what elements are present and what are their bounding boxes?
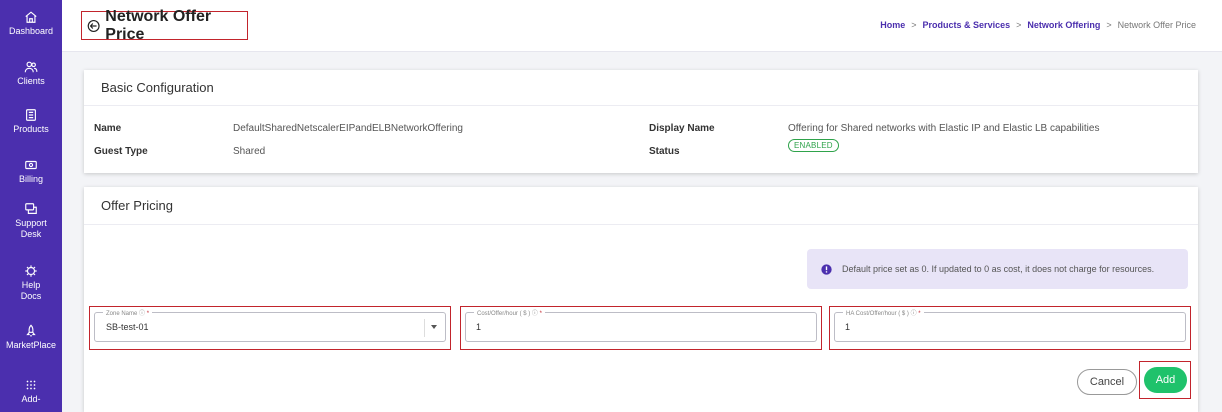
ha-cost-field[interactable]: HA Cost/Offer/hour ( $ ) ⓘ * <box>834 308 1186 342</box>
breadcrumb-home[interactable]: Home <box>880 20 905 30</box>
cost-label: Cost/Offer/hour ( $ ) ⓘ * <box>474 308 545 317</box>
info-banner: Default price set as 0. If updated to 0 … <box>807 249 1188 289</box>
basic-configuration-card: Basic Configuration Name DefaultSharedNe… <box>84 70 1198 173</box>
chevron-down-icon[interactable] <box>431 325 437 329</box>
sidebar-item-label: Add- <box>21 394 41 404</box>
products-icon <box>26 109 36 121</box>
info-icon <box>821 263 832 275</box>
breadcrumb-products-services[interactable]: Products & Services <box>923 20 1011 30</box>
zone-name-highlight: Zone Name ⓘ * SB-test-01 <box>89 306 451 350</box>
ha-cost-label: HA Cost/Offer/hour ( $ ) ⓘ * <box>843 308 924 317</box>
sidebar-item-dashboard[interactable]: Dashboard <box>0 10 62 37</box>
name-label: Name <box>94 123 122 134</box>
home-icon <box>25 11 37 23</box>
add-button[interactable]: Add <box>1144 367 1187 393</box>
display-name-label: Display Name <box>649 123 715 134</box>
breadcrumb-current: Network Offer Price <box>1117 20 1196 30</box>
status-badge-wrap: ENABLED <box>788 139 839 152</box>
add-button-highlight: Add <box>1139 361 1191 399</box>
sidebar-item-support-desk[interactable]: Support Desk <box>0 202 62 240</box>
help-circle-icon: ⓘ <box>139 311 146 317</box>
grid-icon <box>26 380 36 390</box>
users-icon <box>24 61 38 73</box>
chevron-right-icon: > <box>911 20 917 30</box>
sidebar-item-clients[interactable]: Clients <box>0 60 62 87</box>
zone-name-label: Zone Name ⓘ * <box>103 308 153 317</box>
billing-icon <box>25 160 37 170</box>
chevron-right-icon: > <box>1016 20 1022 30</box>
cost-field[interactable]: Cost/Offer/hour ( $ ) ⓘ * <box>465 308 817 342</box>
sidebar-item-help-docs[interactable]: Help Docs <box>0 264 62 302</box>
zone-name-select[interactable]: Zone Name ⓘ * SB-test-01 <box>94 308 446 342</box>
sidebar-item-label: Help Docs <box>20 280 42 301</box>
sidebar-item-label: Products <box>13 124 49 134</box>
status-badge: ENABLED <box>788 139 839 152</box>
sidebar-item-label: Clients <box>17 76 45 86</box>
sidebar-item-add-ons[interactable]: Add- <box>0 378 62 405</box>
display-name-value: Offering for Shared networks with Elasti… <box>788 123 1100 134</box>
basic-configuration-title: Basic Configuration <box>84 70 1198 106</box>
offer-pricing-card: Offer Pricing Default price set as 0. If… <box>84 187 1198 412</box>
cost-input[interactable] <box>476 318 756 336</box>
page-title-container: Network Offer Price <box>81 8 248 43</box>
help-icon <box>25 265 37 277</box>
sidebar-item-label: MarketPlace <box>5 340 57 350</box>
guest-type-value: Shared <box>233 146 266 157</box>
back-arrow-icon[interactable] <box>87 19 100 33</box>
sidebar-item-products[interactable]: Products <box>0 108 62 135</box>
breadcrumb: Home > Products & Services > Network Off… <box>880 20 1196 30</box>
name-value: DefaultSharedNetscalerEIPandELBNetworkOf… <box>233 123 463 134</box>
sidebar-item-marketplace[interactable]: MarketPlace <box>0 324 62 351</box>
info-text: Default price set as 0. If updated to 0 … <box>842 264 1155 274</box>
top-bar: Network Offer Price Home > Products & Se… <box>62 0 1222 52</box>
help-circle-icon: ⓘ <box>531 311 538 317</box>
ha-cost-highlight: HA Cost/Offer/hour ( $ ) ⓘ * <box>829 306 1191 350</box>
cancel-button[interactable]: Cancel <box>1077 369 1137 395</box>
main-content: Network Offer Price Home > Products & Se… <box>62 0 1222 412</box>
sidebar-item-label: Support Desk <box>15 218 47 239</box>
breadcrumb-network-offering[interactable]: Network Offering <box>1027 20 1100 30</box>
status-label: Status <box>649 146 680 157</box>
rocket-icon <box>26 324 36 337</box>
ha-cost-input[interactable] <box>845 318 1125 336</box>
guest-type-label: Guest Type <box>94 146 148 157</box>
zone-name-value: SB-test-01 <box>106 322 149 332</box>
sidebar: Dashboard Clients Products Billing Suppo… <box>0 0 62 412</box>
page-title: Network Offer Price <box>105 7 212 43</box>
sidebar-item-label: Billing <box>18 174 43 184</box>
sidebar-item-billing[interactable]: Billing <box>0 158 62 185</box>
offer-pricing-title: Offer Pricing <box>84 187 1198 225</box>
help-circle-icon: ⓘ <box>910 311 917 317</box>
support-icon <box>25 203 37 214</box>
sidebar-item-label: Dashboard <box>8 26 54 36</box>
chevron-right-icon: > <box>1106 20 1112 30</box>
cost-highlight: Cost/Offer/hour ( $ ) ⓘ * <box>460 306 822 350</box>
